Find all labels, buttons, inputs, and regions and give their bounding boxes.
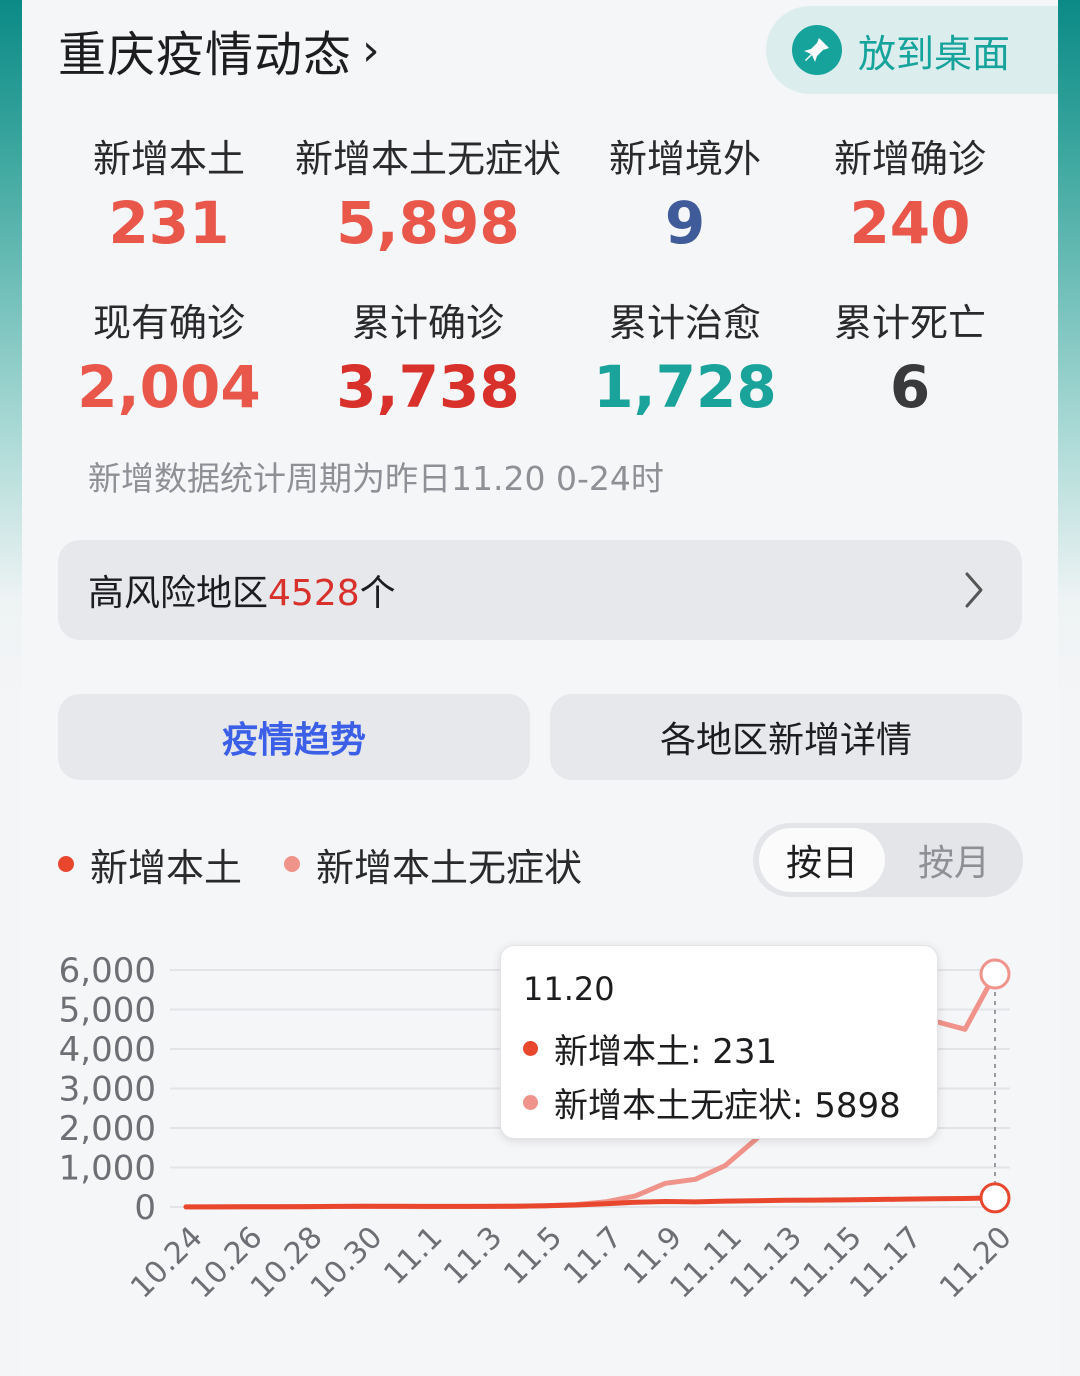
stat-value: 6 [889, 353, 931, 421]
tooltip-dot [523, 1095, 538, 1110]
stat-value: 231 [108, 189, 230, 257]
tooltip-dot [523, 1041, 538, 1056]
chevron-right-icon: › [362, 24, 381, 76]
stat-total-deaths: 累计死亡 6 [770, 292, 1050, 421]
stat-label: 新增本土无症状 [294, 137, 561, 181]
stat-new-confirmed: 新增确诊 240 [770, 128, 1050, 257]
pin-icon [792, 25, 842, 75]
stat-current-confirmed: 现有确诊 2,004 [29, 292, 309, 421]
tooltip-row-asymptomatic: 新增本土无症状: 5898 [523, 1078, 901, 1127]
stats-period-note: 新增数据统计周期为昨日11.20 0-24时 [88, 459, 664, 498]
y-tick-label: 0 [134, 1188, 156, 1228]
series-end-point [979, 958, 1011, 990]
risk-suffix: 个 [359, 573, 396, 614]
stat-value: 2,004 [77, 353, 261, 421]
tab-region-details[interactable]: 各地区新增详情 [550, 694, 1022, 780]
chart-tooltip: 11.20 新增本土: 231 新增本土无症状: 5898 [500, 945, 938, 1139]
high-risk-text: 高风险地区4528个 [88, 564, 396, 616]
legend-dot [284, 856, 300, 872]
risk-prefix: 高风险地区 [88, 573, 269, 614]
legend-label: 新增本土无症状 [316, 845, 583, 890]
stat-label: 累计死亡 [833, 301, 986, 345]
risk-count: 4528 [268, 573, 360, 614]
y-tick-label: 6,000 [59, 951, 156, 991]
stat-value: 3,738 [336, 353, 520, 421]
stat-new-local: 新增本土 231 [29, 128, 309, 257]
series-line [183, 1195, 998, 1210]
legend-item-asymptomatic[interactable]: 新增本土无症状 [284, 836, 582, 892]
tooltip-date: 11.20 [523, 970, 615, 1008]
y-tick-label: 3,000 [59, 1070, 156, 1110]
legend-label: 新增本土 [90, 845, 243, 890]
toggle-by-month[interactable]: 按月 [891, 828, 1017, 892]
stat-new-local-asymptomatic: 新增本土无症状 5,898 [288, 128, 568, 257]
x-tick-label: 11.3 [437, 1220, 509, 1292]
x-tick-label: 11.1 [377, 1220, 449, 1292]
toggle-by-day[interactable]: 按日 [759, 828, 885, 892]
y-tick-label: 5,000 [59, 991, 156, 1031]
x-tick-label: 11.7 [557, 1220, 629, 1292]
stat-label: 现有确诊 [92, 301, 245, 345]
stat-label: 新增本土 [92, 137, 245, 181]
chevron-right-icon [965, 572, 983, 608]
tab-epidemic-trend[interactable]: 疫情趋势 [58, 694, 530, 780]
high-risk-area-row[interactable]: 高风险地区4528个 [58, 540, 1022, 640]
stat-value: 5,898 [336, 189, 520, 257]
page-title[interactable]: 重庆疫情动态 › [58, 18, 381, 84]
stat-total-confirmed: 累计确诊 3,738 [288, 292, 568, 421]
y-tick-label: 4,000 [59, 1030, 156, 1070]
stat-label: 新增确诊 [833, 137, 986, 181]
stat-value: 240 [849, 189, 971, 257]
title-text: 重庆疫情动态 [58, 27, 353, 83]
tooltip-row-local: 新增本土: 231 [523, 1024, 777, 1073]
series-end-point [979, 1182, 1011, 1214]
y-tick-label: 1,000 [59, 1149, 156, 1189]
tooltip-text: 新增本土: 231 [554, 1032, 778, 1072]
legend-item-local[interactable]: 新增本土 [58, 836, 242, 892]
tooltip-text: 新增本土无症状: 5898 [554, 1086, 901, 1126]
pin-to-desktop-button[interactable]: 放到桌面 [766, 6, 1058, 94]
stat-label: 累计确诊 [351, 301, 504, 345]
x-tick-label: 11.20 [933, 1220, 1018, 1305]
pin-label: 放到桌面 [858, 31, 1011, 76]
x-tick-label: 11.5 [497, 1220, 569, 1292]
y-tick-label: 2,000 [59, 1109, 156, 1149]
period-toggle: 按日 按月 [753, 823, 1023, 897]
legend-dot [58, 856, 74, 872]
